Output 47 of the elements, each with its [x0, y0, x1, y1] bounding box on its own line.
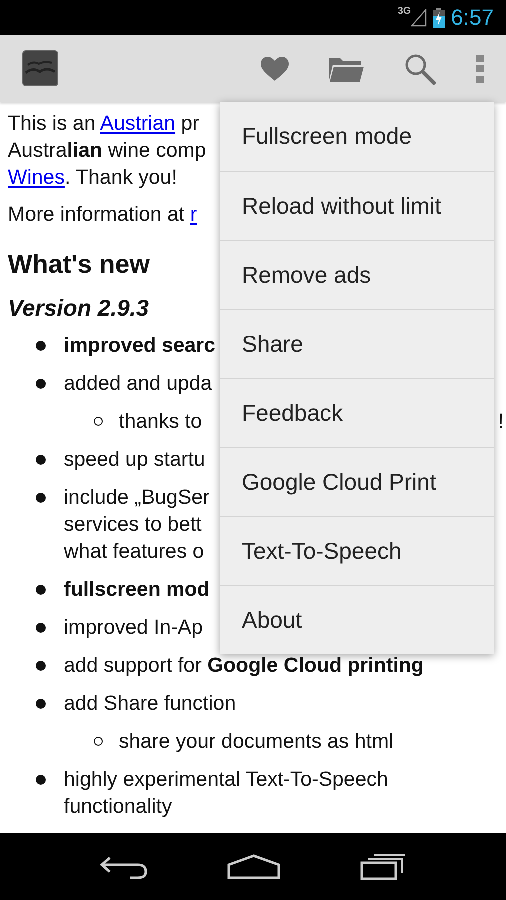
list-item-text: fullscreen mod [64, 577, 210, 603]
battery-icon [433, 8, 446, 28]
list-item-text: share your documents as html [119, 729, 394, 755]
circle-bullet-icon [94, 417, 103, 426]
menu-item[interactable]: Fullscreen mode [220, 102, 494, 171]
heading: What's new [8, 248, 150, 280]
bullet-icon [36, 775, 46, 785]
bullet-icon [36, 585, 46, 595]
bullet-icon [36, 341, 46, 351]
menu-item[interactable]: Google Cloud Print [220, 447, 494, 516]
menu-item[interactable]: Reload without limit [220, 171, 494, 240]
link[interactable]: Wines [8, 166, 65, 189]
list-item-text: add support for Google Cloud printing [64, 653, 424, 679]
folder-icon[interactable] [329, 56, 364, 82]
menu-item[interactable]: Feedback [220, 378, 494, 447]
recents-icon[interactable] [360, 852, 406, 880]
menu-item[interactable]: Text-To-Speech [220, 516, 494, 585]
search-icon[interactable] [404, 52, 436, 84]
list-item-text: improved In-Ap [64, 615, 204, 641]
list-item-text: ! [498, 409, 504, 435]
menu-icon[interactable] [476, 54, 484, 82]
menu-item[interactable]: Share [220, 309, 494, 378]
heart-icon[interactable] [261, 56, 289, 80]
list-item-text: thanks to [119, 409, 202, 435]
bullet-icon [36, 379, 46, 389]
bullet-icon [36, 623, 46, 633]
bullet-icon [36, 699, 46, 709]
bullet-icon [36, 455, 46, 465]
network-type: 3G [398, 6, 412, 17]
clock: 6:57 [451, 4, 494, 30]
list-item-text: highly experimental Text-To-Speech functionality [64, 767, 390, 820]
link[interactable]: Austrian [100, 112, 176, 135]
list-item-text: speed up startu [64, 447, 206, 473]
bullet-icon [36, 661, 46, 671]
menu-item[interactable]: About [220, 585, 494, 654]
list-item-text: add Share function [64, 691, 236, 717]
version-heading: Version 2.9.3 [8, 294, 150, 323]
home-icon[interactable] [226, 854, 281, 880]
link[interactable]: r [190, 203, 198, 226]
signal-icon [411, 8, 428, 26]
bullet-icon [36, 493, 46, 503]
menu-item[interactable]: Remove ads [220, 240, 494, 309]
list-item-text: added and upda [64, 371, 212, 397]
app-logo-icon[interactable] [22, 50, 59, 87]
circle-bullet-icon [94, 737, 103, 746]
list-item-text: improved searc [64, 333, 216, 359]
list-item-text: include „BugSer services to bett what features o [64, 485, 210, 565]
